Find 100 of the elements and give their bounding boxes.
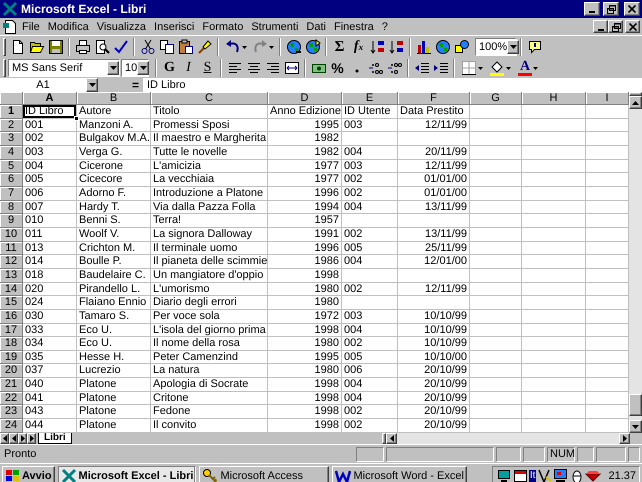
fill-bucket-icon[interactable]: [489, 60, 505, 76]
row-header[interactable]: 1: [0, 105, 23, 119]
align-center-icon[interactable]: [246, 60, 262, 76]
row-header[interactable]: 10: [0, 228, 23, 242]
row-header[interactable]: 3: [0, 132, 23, 146]
minimize-button[interactable]: [593, 20, 608, 33]
name-box[interactable]: A1: [0, 78, 98, 92]
align-left-icon[interactable]: [226, 60, 242, 76]
menu-item[interactable]: Visualizza: [92, 20, 150, 32]
close-button[interactable]: [625, 20, 640, 33]
underline-button[interactable]: S: [198, 59, 217, 77]
sheet-tab[interactable]: Libri: [38, 433, 72, 444]
last-sheet-button[interactable]: [27, 433, 36, 444]
formula-field[interactable]: ID Libro: [143, 78, 642, 92]
row-header[interactable]: 5: [0, 160, 23, 174]
menu-item[interactable]: ?: [378, 20, 392, 32]
scroll-left-button[interactable]: [386, 433, 397, 444]
italic-button[interactable]: I: [179, 59, 198, 77]
taskbar-button[interactable]: Microsoft Word - Excel: [332, 466, 467, 482]
decrease-indent-icon[interactable]: [414, 60, 430, 76]
row-header[interactable]: 15: [0, 296, 23, 310]
row-header[interactable]: 23: [0, 405, 23, 420]
menu-item[interactable]: Formato: [198, 20, 248, 32]
column-header[interactable]: B: [77, 92, 151, 105]
increase-indent-icon[interactable]: [432, 60, 448, 76]
column-header[interactable]: H: [522, 92, 586, 105]
caret-icon[interactable]: [506, 66, 511, 70]
menu-item[interactable]: Finestra: [330, 20, 378, 32]
menu-item[interactable]: Inserisci: [150, 20, 198, 32]
scissors-icon[interactable]: [140, 39, 156, 55]
scroll-up-button[interactable]: [629, 96, 642, 109]
row-header[interactable]: 24: [0, 419, 23, 433]
row-header[interactable]: 20: [0, 364, 23, 378]
toolbar-handle[interactable]: [3, 59, 6, 77]
split-box[interactable]: [629, 92, 642, 96]
paintbrush-icon[interactable]: [196, 39, 212, 55]
sort-ascending-icon[interactable]: [370, 39, 386, 55]
globe-icon[interactable]: [286, 39, 302, 55]
font-field[interactable]: MS Sans Serif: [8, 59, 120, 77]
scroll-right-button[interactable]: [619, 433, 630, 444]
borders-icon[interactable]: [461, 60, 477, 76]
start-button[interactable]: Avvio: [2, 466, 55, 482]
row-header[interactable]: 6: [0, 173, 23, 187]
merge-center-icon[interactable]: [284, 60, 300, 76]
printer-icon[interactable]: [74, 39, 90, 55]
menu-item[interactable]: File: [18, 20, 44, 32]
menu-item[interactable]: Dati: [302, 20, 330, 32]
menu-item[interactable]: Strumenti: [247, 20, 302, 32]
pen-icon[interactable]: [537, 468, 552, 482]
open-folder-icon[interactable]: [28, 39, 44, 55]
toolbar-handle[interactable]: [3, 38, 6, 56]
column-header[interactable]: C: [151, 92, 268, 105]
row-header[interactable]: 7: [0, 186, 23, 201]
row-header[interactable]: 16: [0, 310, 23, 324]
scroll-down-button[interactable]: [629, 420, 642, 433]
select-all-button[interactable]: [0, 92, 23, 105]
taskbar-button[interactable]: Microsoft Access: [199, 466, 330, 482]
row-header[interactable]: 18: [0, 337, 23, 351]
caret-icon[interactable]: [242, 46, 246, 48]
decrease-decimal-icon[interactable]: [386, 60, 402, 76]
row-header[interactable]: 9: [0, 214, 23, 228]
row-header[interactable]: 19: [0, 350, 23, 364]
first-sheet-button[interactable]: [0, 433, 9, 444]
next-sheet-button[interactable]: [18, 433, 27, 444]
tab-split-box[interactable]: [382, 433, 386, 444]
minimize-button[interactable]: [584, 2, 600, 16]
bar-chart-icon[interactable]: [416, 39, 432, 55]
edit-formula-button[interactable]: =: [98, 77, 143, 93]
globe-icon[interactable]: [304, 39, 320, 55]
monitor-icon[interactable]: [496, 468, 512, 482]
caret-icon[interactable]: [478, 66, 483, 70]
zoom-field[interactable]: 100%: [475, 38, 517, 56]
row-header[interactable]: 4: [0, 146, 23, 160]
caret-icon[interactable]: [268, 46, 274, 48]
column-header[interactable]: D: [268, 92, 342, 105]
column-header[interactable]: E: [342, 92, 398, 105]
menu-item[interactable]: Modifica: [44, 20, 93, 32]
shapes-icon[interactable]: [454, 39, 470, 55]
scrollbar-thumb[interactable]: [629, 394, 642, 416]
language-indicator[interactable]: It: [528, 470, 536, 482]
autosum-button[interactable]: Σ: [330, 38, 349, 56]
row-header[interactable]: 14: [0, 282, 23, 296]
undo-arrow-icon[interactable]: [224, 39, 240, 55]
percent-button[interactable]: %: [328, 59, 347, 77]
row-header[interactable]: 21: [0, 378, 23, 392]
restore-button[interactable]: [608, 20, 623, 33]
column-header[interactable]: A: [23, 92, 77, 105]
font-size-field[interactable]: 10: [121, 59, 149, 77]
close-button[interactable]: [624, 2, 640, 16]
computer-icon[interactable]: [553, 468, 568, 482]
sort-descending-icon[interactable]: [388, 39, 404, 55]
clipboard-icon[interactable]: [178, 39, 194, 55]
copy-icon[interactable]: [158, 39, 174, 55]
row-header[interactable]: 11: [0, 242, 23, 256]
row-header[interactable]: 2: [0, 118, 23, 132]
help-icon[interactable]: [526, 39, 542, 55]
row-header[interactable]: 13: [0, 268, 23, 283]
row-header[interactable]: 22: [0, 392, 23, 406]
document-icon[interactable]: [2, 18, 18, 34]
checkmark-icon[interactable]: [112, 39, 128, 55]
